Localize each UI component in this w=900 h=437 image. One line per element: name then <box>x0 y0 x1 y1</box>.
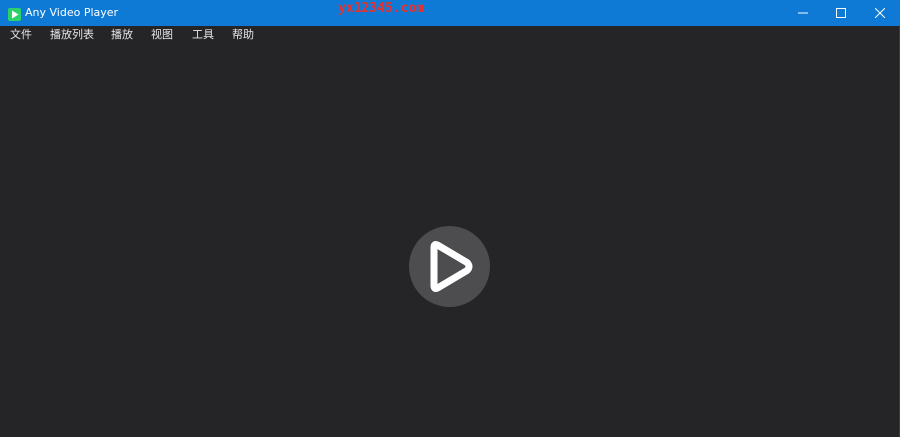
title-bar[interactable]: Any Video Player yx12345.com <box>0 0 900 26</box>
menu-playlist[interactable]: 播放列表 <box>50 28 94 42</box>
minimize-icon <box>798 12 808 14</box>
app-logo-icon <box>8 6 21 21</box>
menu-tools[interactable]: 工具 <box>192 28 214 42</box>
maximize-button[interactable] <box>821 0 861 26</box>
close-button[interactable] <box>860 0 900 26</box>
menu-play[interactable]: 播放 <box>111 28 133 42</box>
menu-file[interactable]: 文件 <box>10 28 32 42</box>
menu-view[interactable]: 视图 <box>151 28 173 42</box>
app-window: Any Video Player yx12345.com 文件 播放列表 播放 … <box>0 0 900 437</box>
center-play-button[interactable] <box>409 226 490 307</box>
menu-bar: 文件 播放列表 播放 视图 工具 帮助 <box>0 26 900 45</box>
window-title: Any Video Player <box>25 6 119 19</box>
close-icon <box>875 8 885 18</box>
menu-help[interactable]: 帮助 <box>232 28 254 42</box>
video-area[interactable] <box>0 45 900 437</box>
play-icon <box>430 241 473 292</box>
watermark-text: yx12345.com <box>338 1 425 16</box>
minimize-button[interactable] <box>783 0 823 26</box>
maximize-icon <box>836 8 846 18</box>
